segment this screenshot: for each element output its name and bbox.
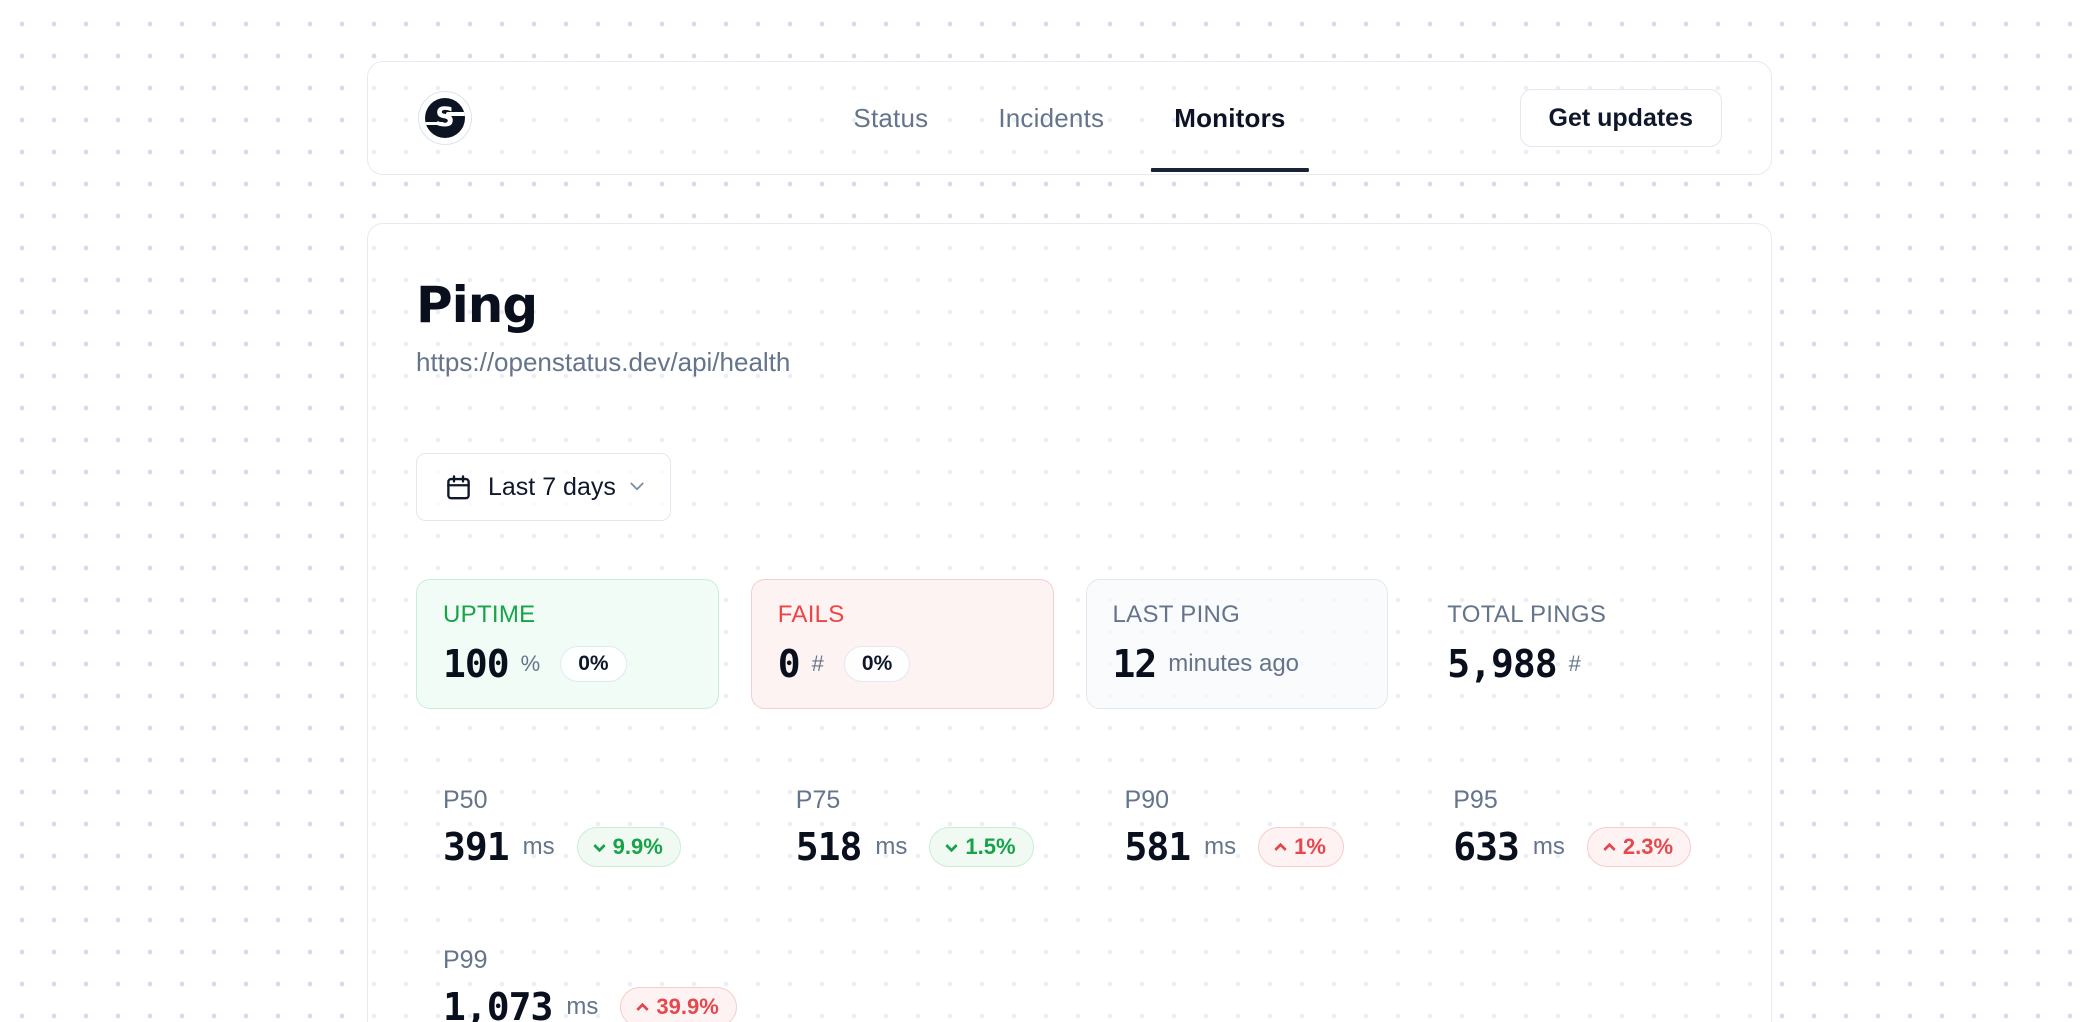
monitor-url: https://openstatus.dev/api/health — [416, 345, 1723, 379]
trend-badge: 1.5% — [929, 827, 1033, 867]
percentile-value: 581 — [1125, 825, 1191, 869]
percentile-unit: ms — [566, 993, 598, 1021]
trend-badge: 1% — [1258, 827, 1344, 867]
stat-value: 5,988 — [1447, 642, 1556, 686]
logo-s-glyph: S — [435, 104, 454, 131]
openstatus-logo-mark: S — [425, 98, 465, 138]
percentile-value: 633 — [1453, 825, 1519, 869]
percentile-label: P99 — [443, 945, 737, 975]
trend-up-icon — [1603, 842, 1616, 855]
tab-status[interactable]: Status — [853, 62, 928, 174]
stat-unit: # — [812, 651, 824, 677]
stat-card-last-ping: LAST PING 12 minutes ago — [1086, 579, 1389, 709]
percentile-p50: P50 391 ms 9.9% — [416, 785, 737, 871]
stats-row: UPTIME 100 % 0% FAILS 0 # 0% LAST PING 1… — [416, 579, 1723, 709]
trend-badge: 2.3% — [1587, 827, 1691, 867]
trend-value: 2.3% — [1623, 834, 1673, 860]
chevron-down-icon — [630, 477, 644, 491]
stat-unit: % — [521, 651, 541, 677]
stat-unit: minutes ago — [1168, 650, 1299, 678]
stat-label: TOTAL PINGS — [1447, 600, 1696, 630]
stat-label: UPTIME — [443, 600, 692, 630]
percentile-unit: ms — [1533, 833, 1565, 861]
get-updates-button[interactable]: Get updates — [1520, 89, 1722, 147]
percentile-label: P95 — [1453, 785, 1723, 815]
trend-down-icon — [593, 839, 606, 852]
percentile-label: P90 — [1125, 785, 1395, 815]
percentile-unit: ms — [1204, 833, 1236, 861]
trend-value: 39.9% — [656, 994, 718, 1020]
stat-value: 12 — [1113, 642, 1157, 686]
percentiles-grid: P50 391 ms 9.9% P75 518 ms 1.5% — [416, 785, 1723, 1022]
trend-value: 1.5% — [965, 834, 1015, 860]
stat-delta-badge: 0% — [844, 646, 910, 682]
stat-card-fails: FAILS 0 # 0% — [751, 579, 1054, 709]
date-range-label: Last 7 days — [488, 473, 616, 502]
stat-unit: # — [1569, 651, 1581, 677]
stat-label: LAST PING — [1113, 600, 1362, 630]
trend-badge: 39.9% — [620, 987, 736, 1022]
percentile-value: 518 — [796, 825, 862, 869]
percentile-value: 391 — [443, 825, 509, 869]
logo-slit-bottom — [425, 122, 444, 126]
nav-tabs: Status Incidents Monitors — [853, 62, 1285, 174]
stat-delta-badge: 0% — [560, 646, 626, 682]
percentile-value: 1,073 — [443, 985, 552, 1022]
top-nav: S Status Incidents Monitors Get updates — [367, 61, 1772, 175]
stat-card-total-pings: TOTAL PINGS 5,988 # — [1420, 579, 1723, 709]
percentile-label: P75 — [796, 785, 1066, 815]
percentile-p75: P75 518 ms 1.5% — [769, 785, 1066, 871]
stat-value: 100 — [443, 642, 509, 686]
date-range-dropdown[interactable]: Last 7 days — [416, 453, 671, 521]
monitor-card: Ping https://openstatus.dev/api/health L… — [367, 223, 1772, 1022]
tab-incidents[interactable]: Incidents — [998, 62, 1104, 174]
percentile-p90: P90 581 ms 1% — [1098, 785, 1395, 871]
trend-up-icon — [637, 1002, 650, 1015]
logo-slit-top — [446, 112, 465, 116]
stat-card-uptime: UPTIME 100 % 0% — [416, 579, 719, 709]
openstatus-logo[interactable]: S — [418, 91, 472, 145]
percentile-p95: P95 633 ms 2.3% — [1426, 785, 1723, 871]
trend-up-icon — [1274, 842, 1287, 855]
percentile-p99: P99 1,073 ms 39.9% — [416, 945, 737, 1022]
trend-value: 9.9% — [613, 834, 663, 860]
trend-down-icon — [946, 839, 959, 852]
trend-badge: 9.9% — [577, 827, 681, 867]
stat-value: 0 — [778, 642, 800, 686]
page-title: Ping — [416, 278, 1723, 333]
tab-monitors[interactable]: Monitors — [1174, 62, 1285, 174]
trend-value: 1% — [1294, 834, 1326, 860]
calendar-icon — [445, 474, 472, 501]
percentile-unit: ms — [523, 833, 555, 861]
percentile-label: P50 — [443, 785, 737, 815]
stat-label: FAILS — [778, 600, 1027, 630]
percentile-unit: ms — [875, 833, 907, 861]
